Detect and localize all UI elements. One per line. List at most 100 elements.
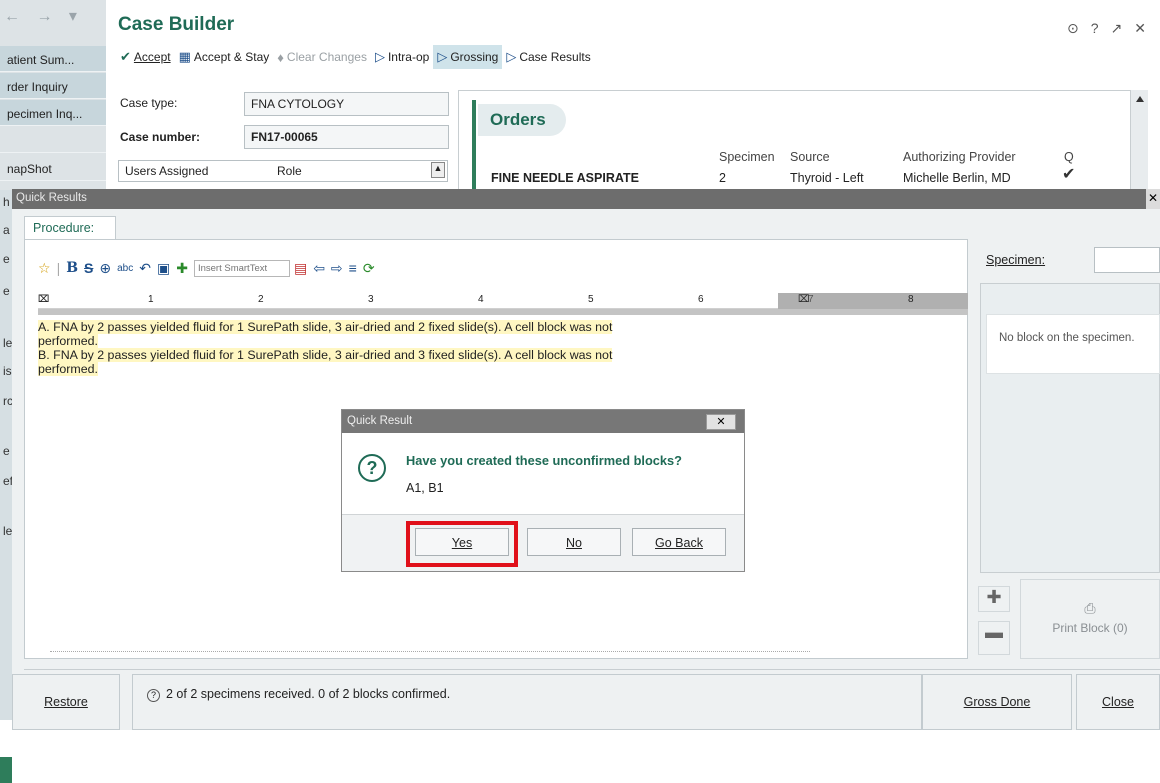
- ruler-number: 7: [808, 294, 814, 305]
- more-icon[interactable]: ⊙: [1067, 20, 1079, 36]
- case-type-field[interactable]: FNA CYTOLOGY: [244, 92, 449, 116]
- remove-block-button[interactable]: ▬: [978, 621, 1010, 655]
- strip-char: e: [3, 252, 10, 266]
- go-back-label: Go Back: [655, 536, 703, 550]
- status-text: 2 of 2 specimens received. 0 of 2 blocks…: [166, 687, 451, 701]
- case-type-label: Case type:: [120, 96, 178, 110]
- help-icon: ?: [147, 689, 160, 702]
- restore-button[interactable]: Restore: [12, 674, 120, 730]
- form-arrow-icon: ▷: [506, 49, 517, 64]
- ruler-number: 5: [588, 294, 594, 305]
- bold-icon[interactable]: B: [66, 260, 78, 276]
- text-line: performed.: [38, 334, 98, 348]
- star-icon[interactable]: ☆: [38, 260, 51, 277]
- specimen-label-text: Specimen:: [986, 253, 1046, 267]
- gross-done-label: Gross Done: [963, 695, 1031, 709]
- indent-marker[interactable]: ⌧: [38, 294, 50, 305]
- case-info-panel: Case type: FNA CYTOLOGY Case number: FN1…: [110, 84, 458, 194]
- ruler-number: 4: [478, 294, 484, 305]
- help-icon[interactable]: ?: [1091, 20, 1099, 36]
- strip-char: le: [3, 336, 13, 350]
- no-button[interactable]: No: [527, 528, 621, 556]
- clear-changes-label: Clear Changes: [286, 50, 367, 64]
- specimen-label: Specimen:: [986, 253, 1045, 267]
- role-column-header: Role: [277, 164, 302, 178]
- case-number-field[interactable]: FN17-00065: [244, 125, 449, 149]
- help-box-icon[interactable]: ▣: [157, 260, 170, 277]
- specimen-dropdown[interactable]: [1094, 247, 1160, 273]
- previous-field-icon[interactable]: ⇦: [313, 260, 325, 277]
- scroll-up-icon[interactable]: [1135, 96, 1144, 102]
- form-arrow-icon: ▷: [374, 49, 385, 64]
- expand-icon[interactable]: ↗: [1111, 20, 1123, 36]
- list-icon[interactable]: ≡: [349, 260, 357, 276]
- toolbar-divider: |: [56, 260, 61, 276]
- accept-stay-label: Accept & Stay: [193, 50, 270, 64]
- minus-icon: ▬: [985, 622, 1003, 642]
- check-icon: ✔: [1062, 166, 1076, 183]
- orders-scrollbar[interactable]: [1130, 90, 1148, 190]
- close-icon[interactable]: ✕: [1134, 20, 1146, 36]
- save-icon: ▦: [178, 49, 191, 64]
- format-toolbar: ☆ | B S ⊕ abc ↶ ▣ ✚ ▤ ⇦ ⇨ ≡ ⟳: [38, 256, 381, 280]
- smarttext-input[interactable]: [193, 259, 290, 277]
- gross-done-button[interactable]: Gross Done: [922, 674, 1072, 730]
- procedure-text[interactable]: A. FNA by 2 passes yielded fluid for 1 S…: [38, 320, 938, 376]
- nav-history-arrows[interactable]: ← → ▾: [4, 6, 83, 26]
- status-bar: ? 2 of 2 specimens received. 0 of 2 block…: [132, 674, 922, 730]
- accept-button[interactable]: ✔ Accept: [116, 45, 175, 69]
- add-block-button[interactable]: ✚: [978, 586, 1010, 612]
- case-results-button[interactable]: ▷ Case Results: [502, 45, 594, 69]
- strip-char: h: [3, 195, 10, 209]
- footer-divider: [24, 669, 1160, 670]
- plus-icon: ✚: [986, 587, 1002, 607]
- go-back-button[interactable]: Go Back: [632, 528, 726, 556]
- strip-char: le: [3, 524, 13, 538]
- question-icon: ?: [358, 454, 386, 482]
- dialog-titlebar: Quick Result: [342, 410, 744, 433]
- close-icon[interactable]: ✕: [706, 414, 736, 430]
- tab-procedure[interactable]: Procedure:: [24, 216, 116, 240]
- q-column-header: Q: [1064, 150, 1074, 164]
- ruler-number: 6: [698, 294, 704, 305]
- quick-result-dialog: Quick Result ✕ ? Have you created these …: [341, 409, 745, 572]
- users-table-header: Users Assigned Role ▲: [118, 160, 448, 182]
- close-icon[interactable]: ✕: [1146, 189, 1160, 209]
- yes-highlight-annotation: [406, 521, 518, 567]
- strip-char: is: [3, 364, 12, 378]
- check-icon: ✔: [120, 49, 131, 64]
- dialog-question: Have you created these unconfirmed block…: [406, 453, 682, 468]
- intra-op-label: Intra-op: [387, 50, 430, 64]
- close-button[interactable]: Close: [1076, 674, 1160, 730]
- no-label: No: [566, 536, 582, 550]
- zoom-icon[interactable]: ⊕: [99, 260, 111, 277]
- nav-item-order-inquiry[interactable]: rder Inquiry: [0, 73, 106, 99]
- strip-char: a: [3, 223, 10, 237]
- accept-stay-button[interactable]: ▦ Accept & Stay: [175, 45, 274, 69]
- print-block-label: Print Block (0): [1052, 621, 1128, 635]
- scroll-up-icon[interactable]: ▲: [431, 162, 445, 178]
- next-field-icon[interactable]: ⇨: [331, 260, 343, 277]
- ruler-bar: [38, 309, 968, 315]
- clear-changes-button[interactable]: ♦ Clear Changes: [273, 45, 371, 69]
- grossing-button[interactable]: ▷ Grossing: [433, 45, 503, 69]
- undo-icon[interactable]: ↶: [139, 260, 151, 277]
- refresh-icon[interactable]: ⟳: [363, 260, 375, 277]
- specimen-column-header: Specimen: [719, 150, 775, 164]
- printer-icon: ⎙: [1084, 600, 1096, 616]
- source-column-header: Source: [790, 150, 830, 164]
- order-source: Thyroid - Left: [790, 171, 864, 185]
- dialog-block-list: A1, B1: [406, 481, 444, 495]
- add-icon[interactable]: ✚: [176, 260, 188, 277]
- nav-item-snapshot[interactable]: napShot: [0, 155, 106, 181]
- form-arrow-icon: ▷: [437, 49, 448, 64]
- smartlist-icon[interactable]: ▤: [294, 260, 307, 277]
- spellcheck-icon[interactable]: abc: [117, 263, 133, 274]
- order-provider: Michelle Berlin, MD: [903, 171, 1011, 185]
- print-block-button[interactable]: ⎙ Print Block (0): [1020, 579, 1160, 659]
- nav-item-patient-summary[interactable]: atient Sum...: [0, 46, 106, 72]
- nav-item-specimen-inquiry[interactable]: pecimen Inq...: [0, 100, 106, 126]
- intra-op-button[interactable]: ▷ Intra-op: [371, 45, 433, 69]
- strikethrough-icon[interactable]: S: [84, 260, 93, 276]
- order-procedure[interactable]: FINE NEEDLE ASPIRATE: [491, 171, 639, 185]
